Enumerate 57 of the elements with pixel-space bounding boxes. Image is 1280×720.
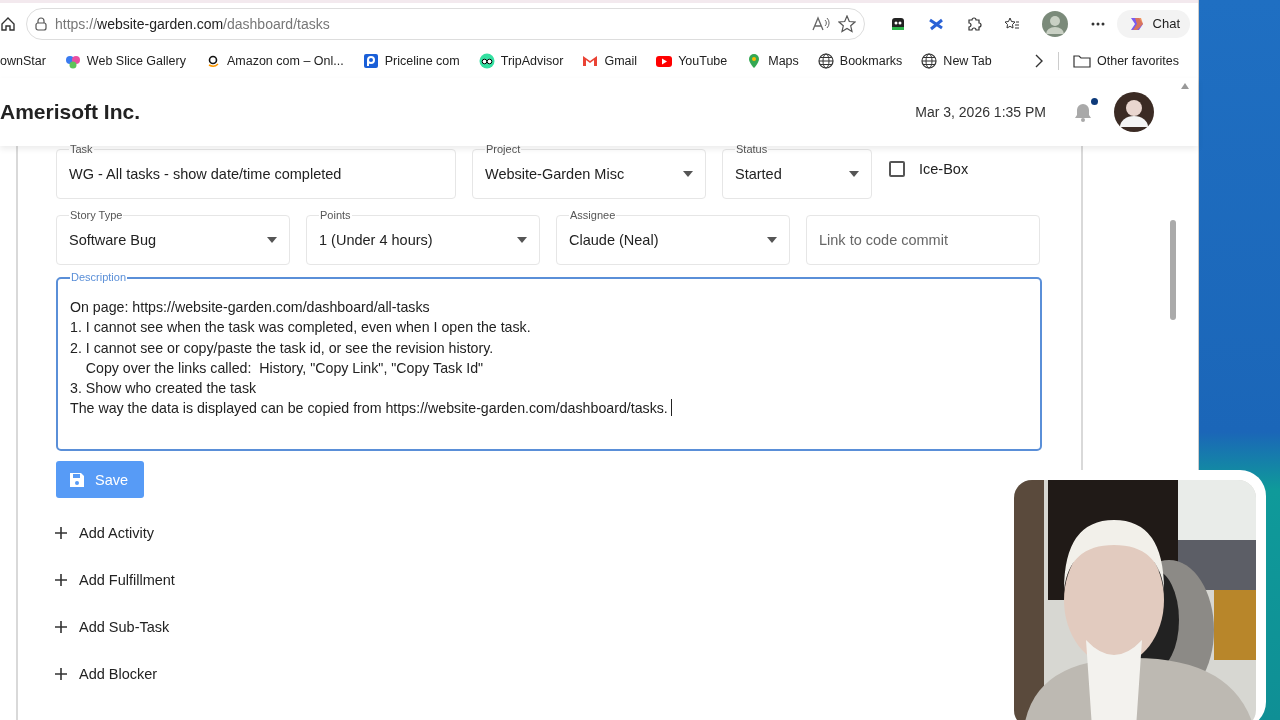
- folder-icon: [1073, 53, 1091, 69]
- address-field[interactable]: https://website-garden.com/dashboard/tasks: [55, 15, 330, 32]
- star-icon[interactable]: [837, 14, 856, 33]
- ice-box-checkbox[interactable]: [889, 161, 905, 177]
- puzzle-icon[interactable]: [965, 15, 982, 32]
- butterfly-icon: [64, 53, 81, 69]
- add-section-button[interactable]: Add Blocker: [55, 650, 158, 697]
- globe-icon: [817, 53, 834, 69]
- brand-title: Amerisoft Inc.: [0, 100, 141, 124]
- bookmark-link[interactable]: Amazon com – Onl...: [204, 53, 344, 69]
- scrollbar-thumb[interactable]: [1170, 220, 1176, 320]
- robot-icon[interactable]: [889, 15, 906, 32]
- read-aloud-icon[interactable]: [811, 15, 830, 32]
- chevron-right-icon[interactable]: [1034, 54, 1044, 68]
- mail-icon: [582, 53, 599, 69]
- lock-icon: [35, 16, 47, 31]
- owl-eyes-icon: [478, 53, 495, 69]
- plus-icon: [55, 620, 67, 633]
- bookmark-link[interactable]: ownStar: [0, 54, 46, 68]
- plus-icon: [55, 573, 67, 586]
- bookmark-link[interactable]: Maps: [746, 53, 799, 69]
- user-avatar-icon[interactable]: [1114, 92, 1154, 132]
- input-field[interactable]: Link to code commit: [806, 207, 1040, 265]
- bookmark-link[interactable]: TripAdvisor: [478, 53, 564, 69]
- plus-icon: [55, 667, 67, 680]
- checkbox-label: Ice-Box: [919, 161, 969, 177]
- bookmark-link[interactable]: Gmail: [582, 53, 638, 69]
- dropdown-caret-icon: [683, 171, 693, 177]
- select-field[interactable]: Assignee Claude (Neal): [556, 207, 790, 265]
- scroll-up-icon: [1180, 82, 1190, 90]
- bookmark-link[interactable]: Web Slice Gallery: [64, 53, 186, 69]
- dropdown-caret-icon: [849, 171, 859, 177]
- dropdown-caret-icon: [267, 237, 277, 243]
- bookmark-link[interactable]: YouTube: [656, 53, 728, 69]
- globe-icon: [921, 53, 938, 69]
- select-field[interactable]: Story Type Software Bug: [56, 207, 290, 265]
- bookmark-link[interactable]: Priceline com: [362, 53, 460, 69]
- date-time: Mar 3, 2026 1:35 PM: [915, 104, 1046, 120]
- plus-icon: [55, 526, 67, 539]
- add-section-button[interactable]: Add Fulfillment: [55, 556, 175, 603]
- bookmark-link[interactable]: New Tab: [921, 53, 992, 69]
- add-section-button[interactable]: Add Sub-Task: [55, 603, 170, 650]
- select-field[interactable]: Project Website-Garden Misc: [472, 141, 706, 199]
- favorites-icon[interactable]: [1003, 15, 1020, 32]
- profile-avatar-icon[interactable]: [1041, 10, 1068, 37]
- bookmark-folder[interactable]: Other favorites: [1073, 53, 1179, 69]
- dropdown-caret-icon: [517, 237, 527, 243]
- select-field[interactable]: Status Started: [722, 141, 872, 199]
- home-icon[interactable]: [0, 15, 16, 32]
- square-p-icon: [362, 53, 379, 69]
- select-field[interactable]: Points 1 (Under 4 hours): [306, 207, 540, 265]
- chat-button[interactable]: Chat: [1116, 9, 1190, 38]
- play-icon: [656, 53, 673, 69]
- input-field[interactable]: Task WG - All tasks - show date/time completed: [56, 141, 456, 199]
- dropdown-caret-icon: [767, 237, 777, 243]
- add-section-button[interactable]: Add Activity: [55, 509, 154, 556]
- bookmark-link[interactable]: Bookmarks: [817, 53, 903, 69]
